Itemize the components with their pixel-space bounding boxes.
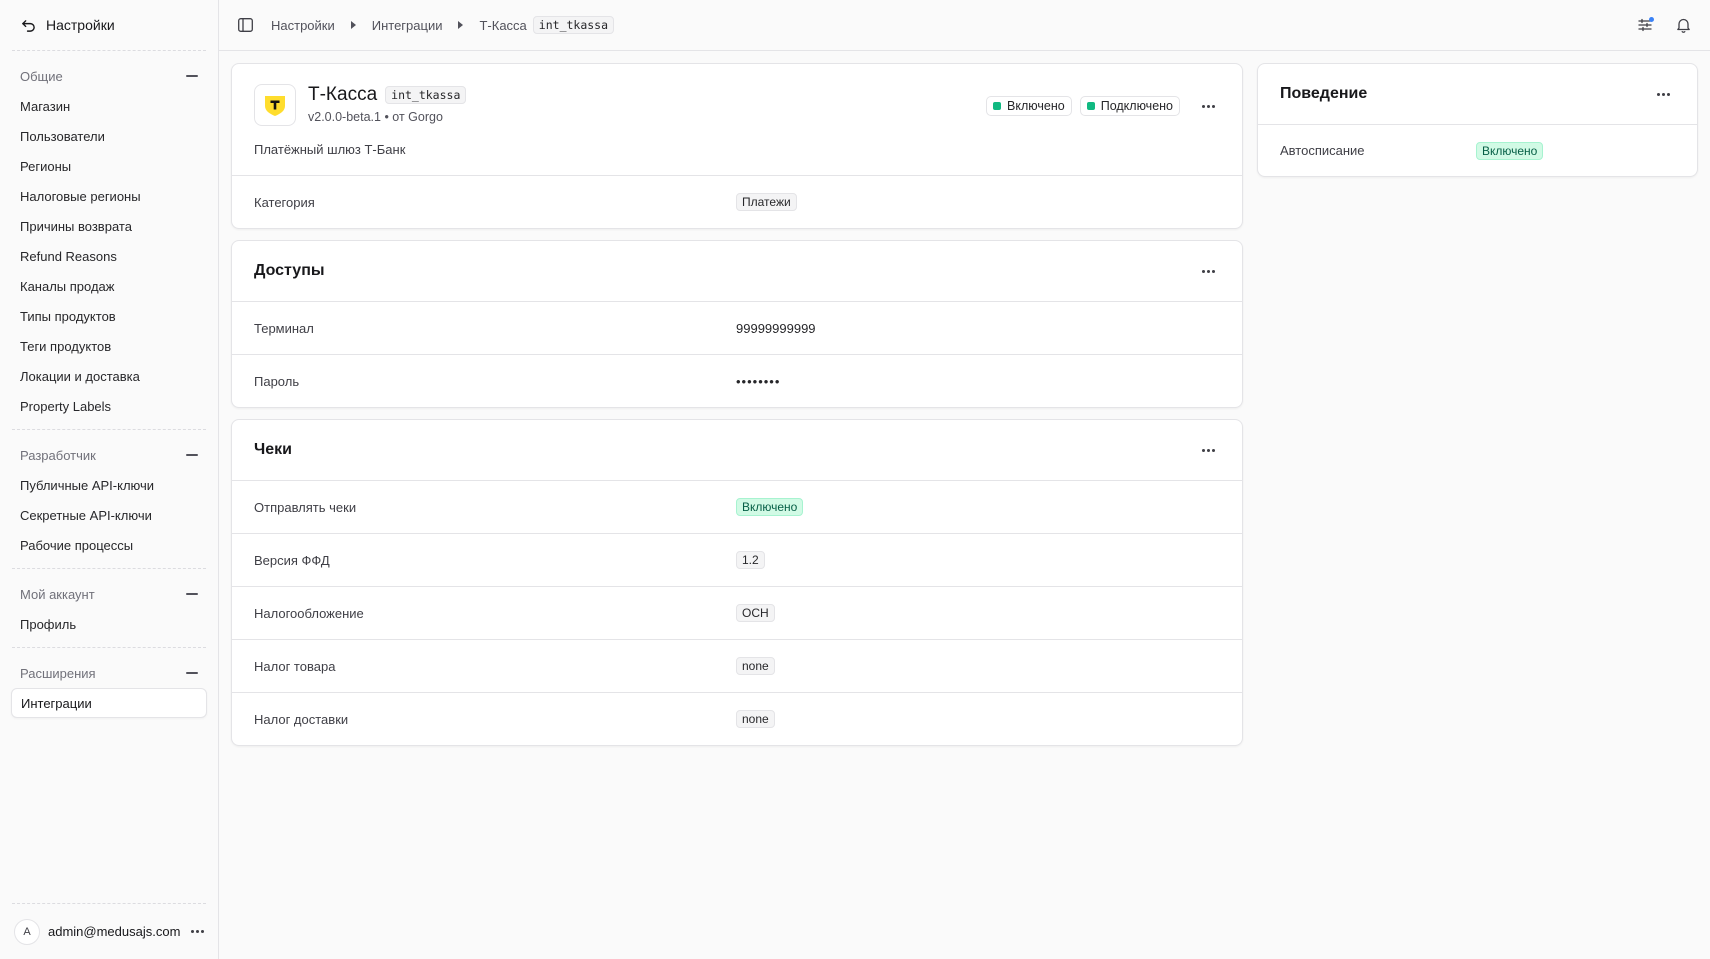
receipts-card: Чеки Отправлять чеки Включено Версия ФФД… [231,419,1243,746]
password-label: Пароль [254,373,300,389]
sidebar-toggle-icon[interactable] [237,17,253,33]
value-tag: none [736,710,775,728]
sidebar-item-product-tags[interactable]: Теги продуктов [0,331,218,361]
bell-icon[interactable] [1674,16,1692,34]
sidebar-item-regions[interactable]: Регионы [0,151,218,181]
section-developer: Разработчик Публичные API-ключи Секретны… [0,430,218,568]
user-email: admin@medusajs.com [48,924,181,939]
access-card: Доступы Терминал 99999999999 Пароль ••••… [231,240,1243,408]
receipts-row-taxation: Налогообложение ОСН [232,586,1242,639]
category-row: Категория Платежи [232,175,1242,228]
sidebar-item-store[interactable]: Магазин [0,91,218,121]
receipts-row-ffd: Версия ФФД 1.2 [232,533,1242,586]
integration-card: Т-Касса int_tkassa v2.0.0-beta.1 • от Go… [231,63,1243,229]
category-tag: Платежи [736,193,797,211]
sidebar: Настройки Общие Магазин Пользователи Рег… [0,0,219,959]
sidebar-item-publishable-keys[interactable]: Публичные API-ключи [0,470,218,500]
autocharge-row: Автосписание Включено [1258,124,1697,176]
integration-id-tag: int_tkassa [385,86,467,104]
integration-description: Платёжный шлюз Т-Банк [254,142,406,157]
more-actions-icon[interactable] [1196,261,1220,281]
terminal-value: 99999999999 [736,320,816,336]
value-tag: none [736,657,775,675]
behavior-title: Поведение [1280,85,1368,102]
value-tag: ОСН [736,604,775,622]
section-header-general[interactable]: Общие [0,61,218,91]
breadcrumb-id-tag: int_tkassa [532,16,615,34]
more-actions-icon[interactable] [1196,96,1220,116]
password-row: Пароль •••••••• [232,354,1242,407]
terminal-row: Терминал 99999999999 [232,301,1242,354]
integration-name: Т-Касса [308,84,378,105]
sidebar-item-secret-keys[interactable]: Секретные API-ключи [0,500,218,530]
receipts-row-send: Отправлять чеки Включено [232,480,1242,533]
section-my-account: Мой аккаунт Профиль [0,569,218,647]
section-header-developer[interactable]: Разработчик [0,440,218,470]
sidebar-item-integrations[interactable]: Интеграции [11,688,207,718]
user-menu[interactable]: A admin@medusajs.com [12,903,206,959]
more-icon[interactable] [191,930,204,933]
receipts-row-shipping-tax: Налог доставки none [232,692,1242,745]
settings-title: Настройки [46,17,115,33]
section-extensions: Расширения Интеграции [0,648,218,726]
section-header-extensions[interactable]: Расширения [0,658,218,688]
integration-version: v2.0.0-beta.1 • от Gorgo [308,110,443,124]
status-badge-connected: Подключено [1079,96,1180,116]
sidebar-item-refund-reasons[interactable]: Refund Reasons [0,241,218,271]
topbar-actions [1636,16,1692,34]
receipts-title: Чеки [254,441,292,458]
notification-dot [1649,17,1654,22]
more-actions-icon[interactable] [1196,440,1220,460]
settings-back-link[interactable]: Настройки [0,0,218,50]
topbar: Настройки Интеграции Т-Касса int_tkassa [219,0,1710,51]
section-general: Общие Магазин Пользователи Регионы Налог… [0,51,218,429]
sliders-icon[interactable] [1636,16,1654,34]
breadcrumb-separator-icon [458,21,464,29]
left-column: Т-Касса int_tkassa v2.0.0-beta.1 • от Go… [231,63,1243,746]
receipts-row-product-tax: Налог товара none [232,639,1242,692]
password-value: •••••••• [736,373,781,389]
breadcrumb-separator-icon [350,21,356,29]
collapse-icon [186,672,198,674]
behavior-header: Поведение [1258,64,1697,124]
right-column: Поведение Автосписание Включено [1257,63,1698,177]
sidebar-item-users[interactable]: Пользователи [0,121,218,151]
content: Т-Касса int_tkassa v2.0.0-beta.1 • от Go… [219,51,1710,758]
sidebar-item-tax-regions[interactable]: Налоговые регионы [0,181,218,211]
category-label: Категория [254,194,315,210]
receipts-header: Чеки [232,420,1242,480]
status-badge: Включено [1476,141,1544,160]
collapse-icon [186,75,198,77]
avatar: A [14,918,40,945]
main-area: Настройки Интеграции Т-Касса int_tkassa [219,0,1710,959]
status-badge: Включено [736,498,804,516]
breadcrumb-current: Т-Касса [479,17,527,33]
status-dot-icon [1086,102,1095,110]
collapse-icon [186,454,198,456]
integration-status: Включено Подключено [986,96,1220,116]
sidebar-item-workflows[interactable]: Рабочие процессы [0,530,218,560]
terminal-label: Терминал [254,320,314,336]
behavior-card: Поведение Автосписание Включено [1257,63,1698,177]
value-tag: 1.2 [736,551,765,569]
more-actions-icon[interactable] [1651,84,1675,104]
sidebar-item-locations[interactable]: Локации и доставка [0,361,218,391]
breadcrumb-settings[interactable]: Настройки [271,18,335,33]
sidebar-item-product-types[interactable]: Типы продуктов [0,301,218,331]
breadcrumb-integrations[interactable]: Интеграции [372,18,443,33]
status-badge-enabled: Включено [986,96,1072,116]
integration-header: Т-Касса int_tkassa v2.0.0-beta.1 • от Go… [232,64,1242,142]
sidebar-item-return-reasons[interactable]: Причины возврата [0,211,218,241]
sidebar-item-sales-channels[interactable]: Каналы продаж [0,271,218,301]
section-header-my-account[interactable]: Мой аккаунт [0,579,218,609]
tkassa-logo [254,84,296,126]
access-header: Доступы [232,241,1242,301]
autocharge-label: Автосписание [1280,143,1365,158]
status-dot-icon [993,102,1002,110]
sidebar-item-profile[interactable]: Профиль [0,609,218,639]
collapse-icon [186,593,198,595]
back-arrow-icon [20,17,36,33]
sidebar-item-property-labels[interactable]: Property Labels [0,391,218,421]
access-title: Доступы [254,262,325,279]
